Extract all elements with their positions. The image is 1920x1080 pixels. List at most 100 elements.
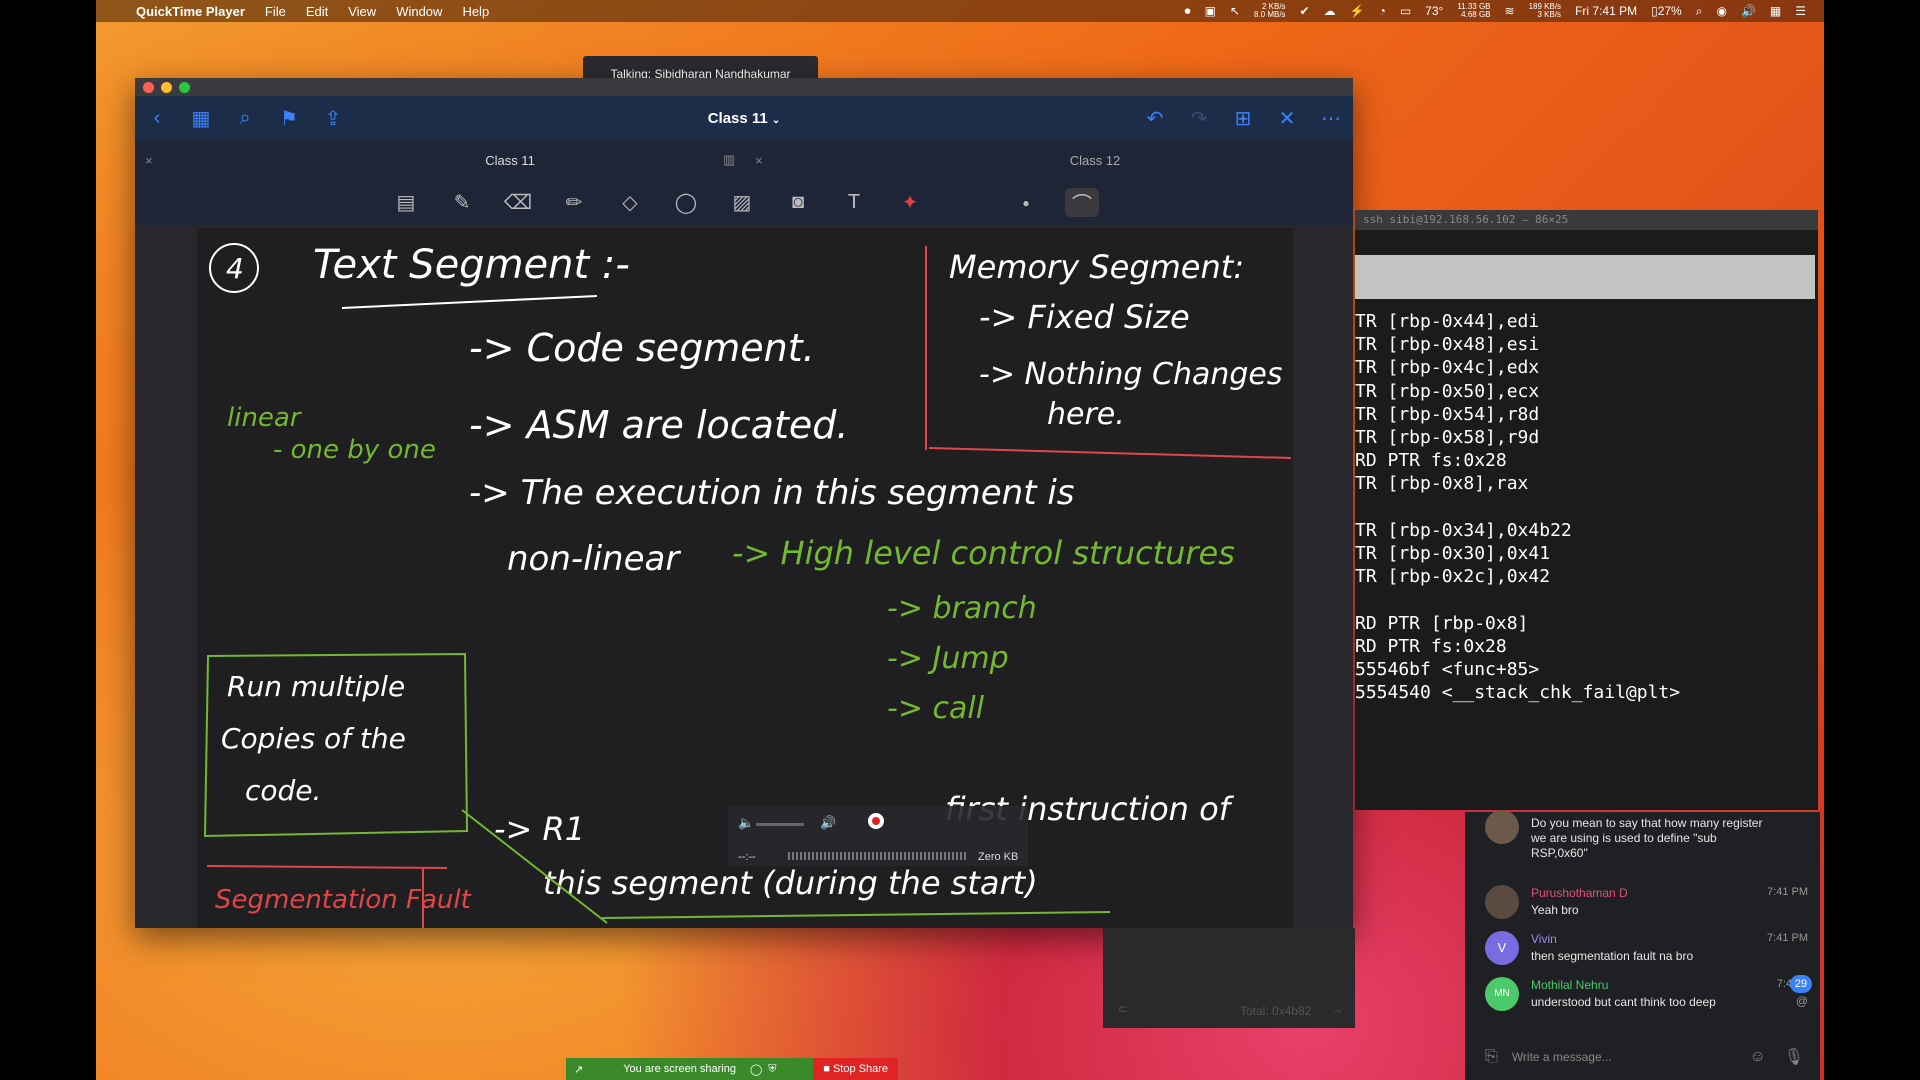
menu-view[interactable]: View bbox=[348, 4, 376, 19]
record-status-icon[interactable]: ⏺ bbox=[1185, 4, 1191, 19]
check-icon[interactable]: ✔ bbox=[1300, 4, 1310, 18]
linear-text: linear bbox=[227, 403, 303, 433]
arrow-right-icon[interactable]: → bbox=[1331, 1002, 1343, 1016]
app-name-menu[interactable]: QuickTime Player bbox=[136, 4, 245, 19]
close-tab-icon[interactable]: × bbox=[145, 140, 153, 180]
message-text: then segmentation fault na bro bbox=[1531, 949, 1694, 963]
message-input[interactable]: Write a message... bbox=[1512, 1050, 1750, 1064]
stop-share-button[interactable]: ■ Stop Share bbox=[813, 1058, 898, 1080]
notification-icon[interactable]: ☰ bbox=[1795, 4, 1806, 18]
menu-file[interactable]: File bbox=[265, 4, 286, 19]
memory-title: Memory Segment: bbox=[949, 248, 1244, 286]
sender-name[interactable]: Vivin bbox=[1531, 932, 1557, 946]
microphone-icon[interactable]: 🎙 bbox=[1784, 1047, 1804, 1067]
terminal-line: 5554540 <__stack_chk_fail@plt> bbox=[1355, 682, 1681, 704]
net2-down: 3 KB/s bbox=[1537, 10, 1562, 19]
temperature: 73° bbox=[1425, 4, 1444, 18]
laser-pointer-icon[interactable]: ✦ bbox=[893, 190, 927, 215]
share-icon: ↗ bbox=[574, 1063, 584, 1076]
control-center-icon[interactable]: ▦ bbox=[1770, 4, 1781, 18]
grid-icon[interactable]: ▦ bbox=[179, 106, 223, 131]
terminal-line: TR [rbp-0x44],edi bbox=[1355, 311, 1540, 332]
tab-class-12[interactable]: Class 12 bbox=[1005, 140, 1185, 180]
tab-class-11[interactable]: Class 11 bbox=[420, 140, 600, 180]
search-icon[interactable]: ⌕ bbox=[223, 107, 267, 130]
sender-name[interactable]: Mothilal Nehru bbox=[1531, 978, 1608, 992]
chat-panel: Do you mean to say that how many registe… bbox=[1465, 810, 1820, 1080]
network-stats-2: 189 KB/s 3 KB/s bbox=[1529, 3, 1561, 19]
bolt-icon[interactable]: ⚡ bbox=[1350, 4, 1365, 18]
first-instr-cont: this segment (during the start) bbox=[543, 864, 1038, 902]
menu-edit[interactable]: Edit bbox=[306, 4, 328, 19]
highlighter-icon[interactable]: ✏ bbox=[557, 190, 591, 215]
back-icon[interactable]: ‹ bbox=[135, 107, 179, 130]
audio-level-meter bbox=[788, 852, 968, 860]
emoji-icon[interactable]: ☺ bbox=[1749, 1048, 1765, 1066]
avatar: V bbox=[1485, 931, 1519, 965]
pause-icon[interactable]: ◯ bbox=[750, 1063, 762, 1076]
message-time: 7:41 PM bbox=[1767, 932, 1808, 944]
panel-icon[interactable]: ⊂ bbox=[1118, 1002, 1128, 1016]
battery-status[interactable]: ▯27% bbox=[1651, 4, 1682, 18]
box-line-2: Copies of the bbox=[221, 722, 406, 755]
read-mode-icon[interactable]: ▤ bbox=[389, 190, 423, 215]
zoom-window-button[interactable] bbox=[179, 81, 190, 93]
share-icon[interactable]: ⇪ bbox=[311, 106, 355, 131]
more-icon[interactable]: ⋯ bbox=[1309, 106, 1353, 131]
bookmark-icon[interactable]: ⚑ bbox=[267, 106, 311, 131]
search-icon[interactable]: ⌕ bbox=[1696, 4, 1703, 19]
volume-low-icon[interactable]: 🔈 bbox=[738, 815, 754, 831]
terminal-line: TR [rbp-0x48],esi bbox=[1355, 334, 1540, 356]
net-down: 8.0 MB/s bbox=[1253, 10, 1286, 19]
unread-badge[interactable]: 29 bbox=[1790, 975, 1812, 993]
cloud-icon[interactable]: ☁ bbox=[1324, 4, 1336, 18]
memory-fixed-size: -> Fixed Size bbox=[979, 298, 1190, 336]
message-text: Do you mean to say that how many registe… bbox=[1531, 816, 1763, 860]
window-icon[interactable]: ▭ bbox=[1400, 4, 1411, 18]
minimize-window-button[interactable] bbox=[161, 81, 172, 93]
first-instr-prefix: -> R1 bbox=[494, 810, 585, 848]
menu-window[interactable]: Window bbox=[396, 4, 442, 19]
terminal-window[interactable]: ssh sibi@192.168.56.102 — 86×25 TR [rbp-… bbox=[1355, 210, 1818, 810]
image-icon[interactable]: ▨ bbox=[725, 190, 759, 215]
camera-icon[interactable]: ◙ bbox=[781, 191, 815, 214]
record-button[interactable] bbox=[868, 813, 884, 829]
clock[interactable]: Fri 7:41 PM bbox=[1575, 4, 1637, 18]
redo-icon[interactable]: ↷ bbox=[1177, 106, 1221, 131]
siri-icon[interactable]: ◉ bbox=[1716, 4, 1726, 18]
mention-icon[interactable]: @ bbox=[1796, 994, 1808, 1008]
volume-icon[interactable]: 🔊 bbox=[1741, 4, 1756, 18]
stroke-style-icon[interactable]: ⌒ bbox=[1065, 188, 1099, 217]
terminal-output: TR [rbp-0x44],edi TR [rbp-0x48],esi TR [… bbox=[1355, 310, 1680, 704]
record-size: Zero KB bbox=[978, 851, 1019, 863]
clock-app-icon[interactable]: ◔ bbox=[1379, 4, 1386, 18]
terminal-title: ssh sibi@192.168.56.102 — 86×25 bbox=[1355, 210, 1818, 230]
terminal-line: TR [rbp-0x58],r9d bbox=[1355, 427, 1540, 449]
segfault-text: Segmentation Fault bbox=[215, 885, 472, 915]
menu-help[interactable]: Help bbox=[462, 4, 489, 19]
wifi-icon[interactable]: ≋ bbox=[1505, 4, 1515, 18]
memory-nothing-changes: -> Nothing Changes bbox=[979, 357, 1283, 392]
lasso-icon[interactable]: ◯ bbox=[669, 190, 703, 215]
close-tab-icon-2[interactable]: × bbox=[755, 140, 763, 180]
pen-icon[interactable]: ✎ bbox=[445, 190, 479, 215]
cursor-icon[interactable]: ↖ bbox=[1230, 4, 1240, 18]
volume-slider[interactable] bbox=[756, 823, 804, 826]
screen-icon[interactable]: ▣ bbox=[1205, 4, 1216, 18]
eraser-icon[interactable]: ⌫ bbox=[501, 190, 535, 215]
text-icon[interactable]: T bbox=[837, 191, 871, 214]
avatar bbox=[1485, 885, 1519, 919]
terminal-line: 55546bf <func+85> bbox=[1355, 659, 1540, 681]
attach-icon[interactable]: ⎘ bbox=[1485, 1048, 1498, 1066]
dot-size-icon[interactable]: ● bbox=[1009, 196, 1043, 210]
close-icon[interactable]: ✕ bbox=[1265, 106, 1309, 131]
sender-name[interactable]: Purushothaman D bbox=[1531, 886, 1628, 900]
undo-icon[interactable]: ↶ bbox=[1133, 106, 1177, 131]
jump-text: -> Jump bbox=[887, 641, 1009, 676]
split-view-icon[interactable]: ▥ bbox=[723, 140, 735, 180]
shield-icon[interactable]: ⛨ bbox=[768, 1063, 776, 1076]
add-page-icon[interactable]: ⊞ bbox=[1221, 106, 1265, 131]
volume-high-icon[interactable]: 🔊 bbox=[820, 815, 836, 831]
shapes-icon[interactable]: ◇ bbox=[613, 190, 647, 215]
close-window-button[interactable] bbox=[143, 81, 154, 93]
